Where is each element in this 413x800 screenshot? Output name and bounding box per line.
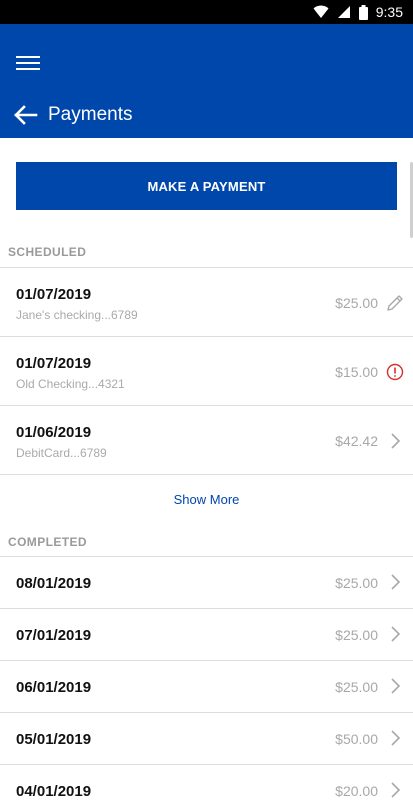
payment-amount: $20.00 — [335, 783, 378, 799]
chevron-right-icon[interactable] — [385, 728, 405, 748]
chevron-right-icon[interactable] — [385, 676, 405, 696]
payment-account: DebitCard...6789 — [16, 446, 107, 460]
payment-date: 01/06/2019 — [16, 424, 92, 441]
cellular-signal-icon — [337, 6, 350, 18]
payment-amount: $25.00 — [335, 575, 378, 591]
completed-payment-row[interactable]: 07/01/2019 $25.00 — [0, 609, 413, 660]
scheduled-payment-row[interactable]: 01/06/2019 DebitCard...6789 $42.42 — [0, 406, 413, 474]
status-time: 9:35 — [375, 4, 403, 20]
payment-account: Old Checking...4321 — [16, 377, 125, 391]
payment-date: 01/07/2019 — [16, 286, 92, 303]
battery-icon — [358, 4, 368, 20]
completed-section-label: COMPLETED — [8, 535, 87, 549]
menu-icon[interactable] — [16, 52, 40, 72]
payment-amount: $15.00 — [335, 364, 378, 380]
edit-icon[interactable] — [385, 293, 405, 313]
payment-date: 01/07/2019 — [16, 355, 92, 372]
alert-icon[interactable] — [385, 362, 405, 382]
completed-payment-row[interactable]: 04/01/2019 $20.00 — [0, 765, 413, 800]
payment-amount: $42.42 — [335, 433, 378, 449]
completed-payment-row[interactable]: 08/01/2019 $25.00 — [0, 557, 413, 608]
completed-payment-row[interactable]: 05/01/2019 $50.00 — [0, 713, 413, 764]
payment-date: 08/01/2019 — [16, 575, 92, 592]
payment-amount: $50.00 — [335, 731, 378, 747]
payment-amount: $25.00 — [335, 679, 378, 695]
make-payment-button[interactable]: MAKE A PAYMENT — [16, 162, 397, 210]
payment-account: Jane's checking...6789 — [16, 308, 138, 322]
payment-date: 04/01/2019 — [16, 783, 92, 800]
wifi-icon — [313, 5, 329, 18]
completed-payment-row[interactable]: 06/01/2019 $25.00 — [0, 661, 413, 712]
back-arrow-icon[interactable] — [12, 104, 38, 126]
chevron-right-icon[interactable] — [385, 624, 405, 644]
payment-date: 05/01/2019 — [16, 731, 92, 748]
app-header: Payments — [0, 24, 413, 138]
chevron-right-icon[interactable] — [385, 431, 405, 451]
payment-amount: $25.00 — [335, 295, 378, 311]
page-title: Payments — [48, 104, 133, 125]
payment-date: 06/01/2019 — [16, 679, 92, 696]
chevron-right-icon[interactable] — [385, 780, 405, 800]
scheduled-payment-row[interactable]: 01/07/2019 Old Checking...4321 $15.00 — [0, 337, 413, 405]
scheduled-section-label: SCHEDULED — [8, 245, 87, 259]
status-bar: 9:35 — [0, 0, 413, 24]
chevron-right-icon[interactable] — [385, 572, 405, 592]
scheduled-payment-row[interactable]: 01/07/2019 Jane's checking...6789 $25.00 — [0, 268, 413, 336]
show-more-link[interactable]: Show More — [0, 492, 413, 507]
payment-date: 07/01/2019 — [16, 627, 92, 644]
divider — [0, 474, 413, 475]
payment-amount: $25.00 — [335, 627, 378, 643]
